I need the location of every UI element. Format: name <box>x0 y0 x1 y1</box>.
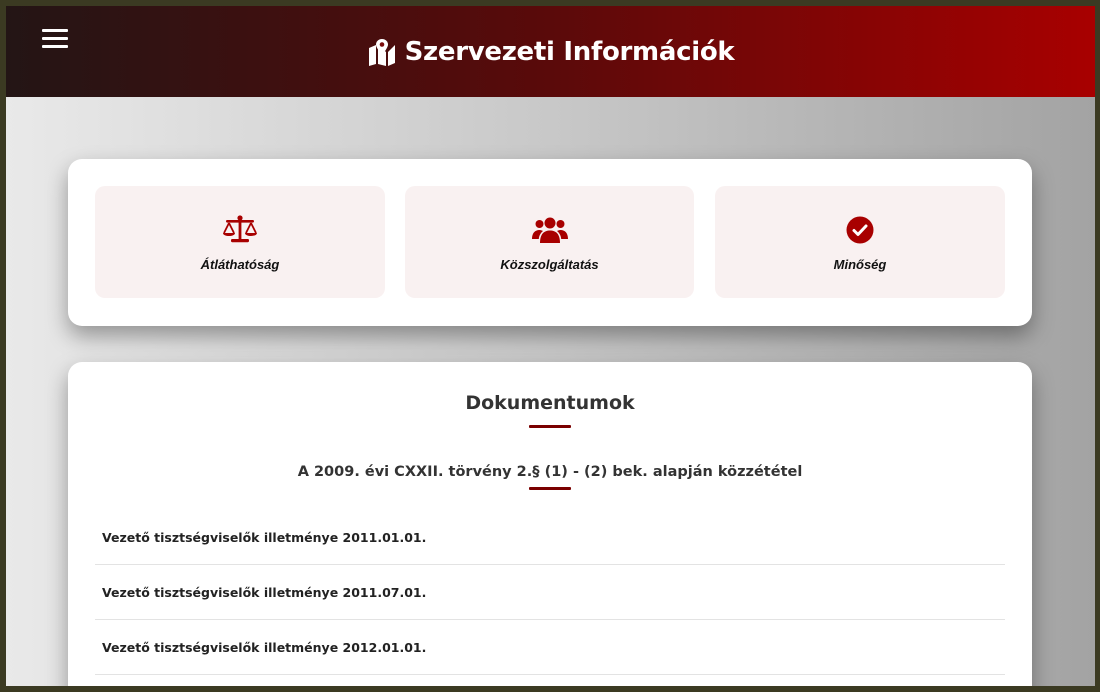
list-item[interactable]: Vezető tisztségviselők illetménye 2011.0… <box>95 565 1005 620</box>
header-bar: Szervezeti Információk <box>6 6 1095 97</box>
documents-card: Dokumentumok A 2009. évi CXXII. törvény … <box>68 362 1032 686</box>
document-link[interactable]: Vezető tisztségviselők illetménye 2011.0… <box>102 585 426 600</box>
app-frame: Szervezeti Információk Átláthatóság Közs… <box>6 6 1095 686</box>
documents-heading: Dokumentumok <box>465 392 635 414</box>
category-public-service[interactable]: Közszolgáltatás <box>405 186 694 298</box>
category-transparency[interactable]: Átláthatóság <box>95 186 385 298</box>
users-group-icon <box>531 213 568 247</box>
check-circle-icon <box>845 213 875 247</box>
scale-balance-icon <box>223 213 257 247</box>
category-label: Átláthatóság <box>200 256 280 272</box>
page-title: Szervezeti Információk <box>404 36 735 67</box>
list-item[interactable]: Vezető tisztségviselők illetménye 2011.0… <box>95 510 1005 565</box>
document-list: Vezető tisztségviselők illetménye 2011.0… <box>95 510 1005 675</box>
header-title-group: Szervezeti Információk <box>6 6 1095 97</box>
list-item[interactable]: Vezető tisztségviselők illetménye 2012.0… <box>95 620 1005 675</box>
heading-underline <box>529 425 571 428</box>
document-link[interactable]: Vezető tisztségviselők illetménye 2011.0… <box>102 530 426 545</box>
category-label: Közszolgáltatás <box>500 256 599 272</box>
map-icon <box>368 38 395 66</box>
category-label: Minőség <box>833 256 887 272</box>
category-quality[interactable]: Minőség <box>715 186 1005 298</box>
categories-card: Átláthatóság Közszolgáltatás Minőség <box>68 159 1032 326</box>
document-link[interactable]: Vezető tisztségviselők illetménye 2012.0… <box>102 640 426 655</box>
subheading-underline <box>529 487 571 490</box>
documents-subheading: A 2009. évi CXXII. törvény 2.§ (1) - (2)… <box>297 464 803 480</box>
